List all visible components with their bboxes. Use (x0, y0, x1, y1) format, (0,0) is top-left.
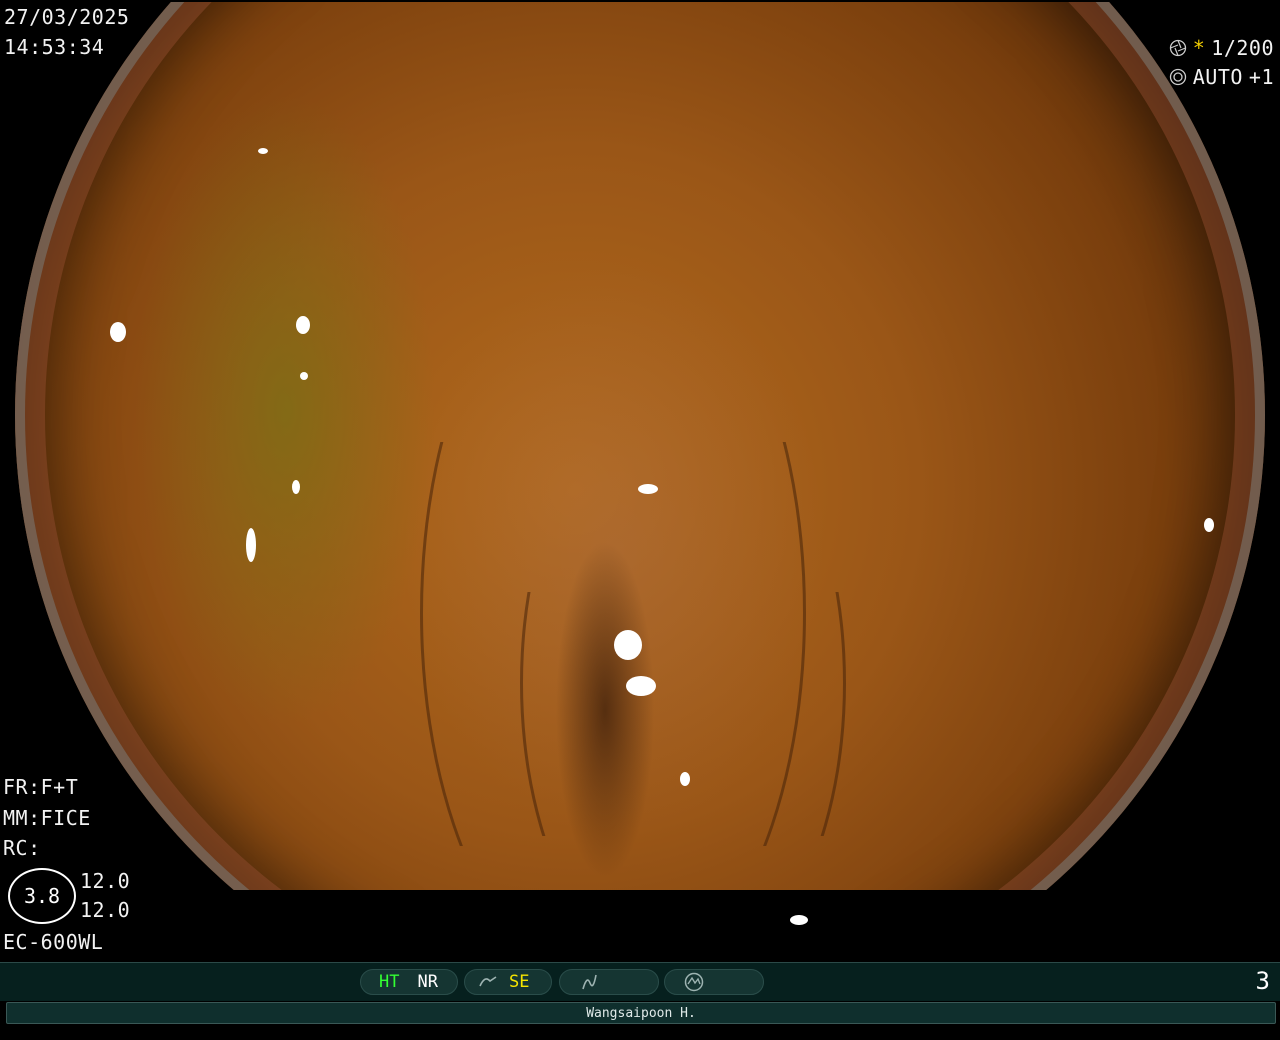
ht-indicator[interactable]: HT (379, 972, 399, 992)
fr-label: FR:F+T (3, 775, 79, 799)
iris-mode: AUTO (1192, 65, 1243, 89)
filter-group[interactable] (559, 969, 659, 995)
nr-indicator[interactable]: NR (417, 972, 437, 992)
value-2: 12.0 (80, 898, 131, 922)
filter-icon (582, 974, 597, 990)
rc-label: RC: (3, 836, 41, 860)
page-number: 3 (1255, 967, 1270, 995)
mode-group[interactable] (664, 969, 764, 995)
date-label: 27/03/2025 (4, 5, 130, 29)
operator-footer: Wangsaipoon H. (6, 1002, 1276, 1024)
se-indicator[interactable]: SE (509, 972, 529, 992)
aperture-icon (1169, 39, 1186, 57)
iris-level: +1 (1248, 65, 1274, 89)
shutter-mark: * (1192, 36, 1206, 60)
value-1: 12.0 (80, 869, 131, 893)
iris-icon (1169, 68, 1186, 86)
mode-icon (684, 972, 704, 992)
enhance-icon (479, 976, 497, 987)
time-label: 14:53:34 (4, 35, 105, 59)
shutter-value: 1/200 (1211, 36, 1274, 60)
iris-indicator: AUTO +1 (1169, 62, 1274, 92)
rc-circle-value: 3.8 (8, 868, 76, 924)
ht-nr-group[interactable]: HT NR (360, 969, 458, 995)
status-bar: HT NR SE 3 (0, 962, 1280, 1001)
enhance-group[interactable]: SE (464, 969, 552, 995)
mm-label: MM:FICE (3, 806, 91, 830)
scope-model: EC-600WL (3, 930, 104, 954)
shutter-indicator: * 1/200 (1169, 33, 1274, 63)
